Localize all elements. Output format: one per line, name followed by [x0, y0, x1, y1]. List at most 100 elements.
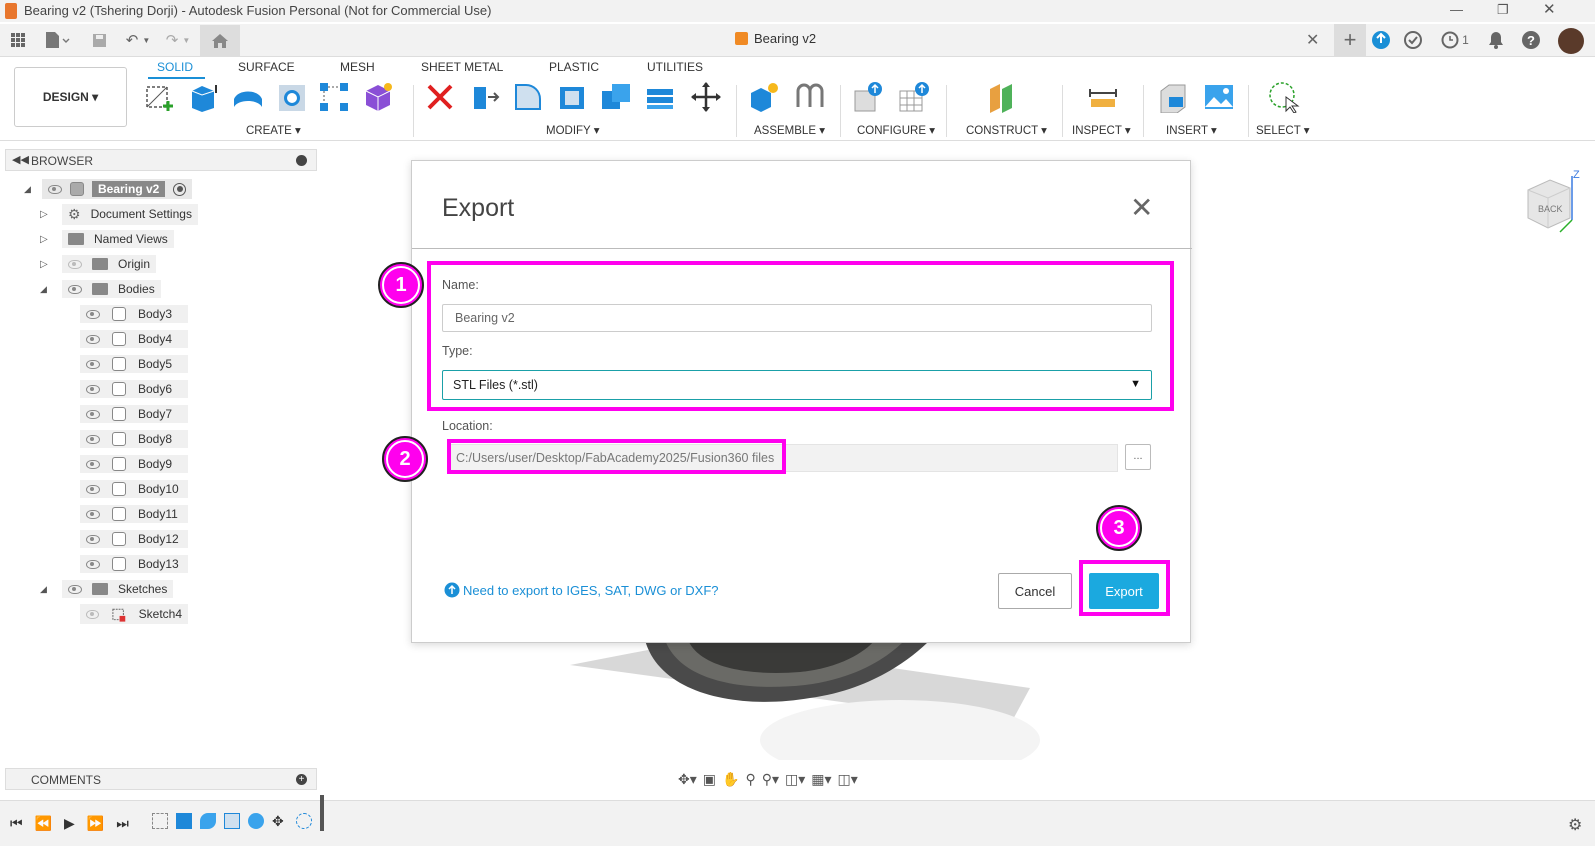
- visibility-eye-icon[interactable]: [86, 309, 100, 319]
- tab-mesh[interactable]: MESH: [340, 60, 375, 74]
- display-settings-icon[interactable]: ◫▾: [785, 771, 805, 788]
- new-tab-icon[interactable]: +: [1334, 24, 1366, 56]
- body-row[interactable]: Body11: [80, 503, 188, 525]
- step-forward-icon[interactable]: ⏩: [87, 815, 104, 832]
- document-tab[interactable]: Bearing v2: [735, 31, 816, 46]
- fillet-icon[interactable]: [512, 81, 544, 113]
- tab-plastic[interactable]: PLASTIC: [549, 60, 599, 74]
- browser-item-origin[interactable]: ▷ Origin: [40, 253, 157, 275]
- clock-icon[interactable]: 1: [1437, 30, 1473, 50]
- dialog-close-icon[interactable]: ✕: [1130, 191, 1153, 224]
- extensions-icon[interactable]: [1371, 30, 1391, 50]
- pan-hand-icon[interactable]: ✋: [722, 771, 739, 788]
- insert-canvas-icon[interactable]: [1203, 81, 1235, 113]
- hidden-eye-icon[interactable]: [86, 609, 100, 619]
- configure-group-label[interactable]: CONFIGURE ▾: [857, 123, 935, 137]
- undo-icon[interactable]: ↶ ▼: [122, 30, 154, 50]
- create-form-icon[interactable]: [362, 81, 394, 113]
- visibility-eye-icon[interactable]: [68, 284, 82, 294]
- close-tab-icon[interactable]: ✕: [1306, 30, 1319, 50]
- tab-solid[interactable]: SOLID: [157, 60, 193, 74]
- combine-icon[interactable]: [600, 81, 632, 113]
- bearing-model-view[interactable]: [570, 640, 1040, 760]
- create-group-label[interactable]: CREATE ▾: [246, 123, 301, 137]
- inspect-group-label[interactable]: INSPECT ▾: [1072, 123, 1131, 137]
- visibility-eye-icon[interactable]: [86, 334, 100, 344]
- body-row[interactable]: Body3: [80, 303, 188, 325]
- browser-item-named-views[interactable]: ▷ Named Views: [40, 228, 174, 250]
- move-icon[interactable]: [690, 81, 722, 113]
- workspace-design-button[interactable]: DESIGN ▾: [14, 67, 127, 127]
- insert-group-label[interactable]: INSERT ▾: [1166, 123, 1217, 137]
- visibility-eye-icon[interactable]: [86, 384, 100, 394]
- grid-icon[interactable]: ▦▾: [811, 771, 831, 788]
- app-grid-icon[interactable]: [9, 30, 27, 50]
- visibility-eye-icon[interactable]: [68, 584, 82, 594]
- add-comment-icon[interactable]: +: [296, 774, 307, 785]
- timeline-revolve-icon[interactable]: [200, 813, 216, 829]
- save-icon[interactable]: [90, 30, 108, 50]
- revolve-icon[interactable]: [232, 81, 264, 113]
- tab-surface[interactable]: SURFACE: [238, 60, 295, 74]
- expand-arrow-icon[interactable]: ▷: [40, 209, 62, 220]
- browser-item-bodies[interactable]: ◢ Bodies: [40, 278, 161, 300]
- home-icon[interactable]: [200, 25, 240, 57]
- orbit-icon[interactable]: ✥▾: [678, 771, 697, 788]
- visibility-eye-icon[interactable]: [86, 409, 100, 419]
- visibility-eye-icon[interactable]: [86, 434, 100, 444]
- timeline-pattern-icon[interactable]: [296, 813, 312, 829]
- browser-item-sketches[interactable]: ◢ Sketches: [40, 578, 174, 600]
- viewports-icon[interactable]: ◫▾: [838, 771, 858, 788]
- redo-icon[interactable]: ↷ ▼: [162, 30, 194, 50]
- shell-icon[interactable]: [556, 81, 588, 113]
- body-row[interactable]: Body10: [80, 478, 188, 500]
- expand-arrow-icon[interactable]: ◢: [24, 184, 42, 195]
- body-row[interactable]: Body6: [80, 378, 188, 400]
- go-to-start-icon[interactable]: ⏮: [10, 815, 23, 832]
- timeline-sketch-icon[interactable]: [152, 813, 168, 829]
- sketch-row[interactable]: Sketch4: [80, 603, 188, 625]
- browse-button[interactable]: ...: [1125, 444, 1151, 470]
- collapse-panel-icon[interactable]: ◀◀: [12, 153, 29, 166]
- browser-item-document-settings[interactable]: ▷ ⚙ Document Settings: [40, 203, 198, 225]
- close-window-button[interactable]: ✕: [1543, 0, 1556, 18]
- construct-group-label[interactable]: CONSTRUCT ▾: [966, 123, 1047, 137]
- help-icon[interactable]: ?: [1521, 30, 1541, 50]
- timeline-settings-icon[interactable]: ⚙: [1568, 815, 1582, 835]
- create-sketch-icon[interactable]: [144, 81, 176, 113]
- zoom-window-icon[interactable]: ⚲▾: [762, 771, 779, 788]
- timeline-move-icon[interactable]: ✥: [272, 813, 288, 829]
- visibility-eye-icon[interactable]: [86, 534, 100, 544]
- expand-arrow-icon[interactable]: ▷: [40, 259, 62, 270]
- file-menu-icon[interactable]: [42, 30, 72, 50]
- browser-options-icon[interactable]: [296, 155, 307, 166]
- delete-icon[interactable]: [424, 81, 456, 113]
- help-link[interactable]: Need to export to IGES, SAT, DWG or DXF?: [444, 582, 719, 598]
- expand-arrow-icon[interactable]: ▷: [40, 234, 62, 245]
- play-icon[interactable]: ▶: [64, 815, 75, 832]
- activate-radio-icon[interactable]: [173, 182, 187, 196]
- configure-icon[interactable]: [853, 81, 885, 113]
- restore-button[interactable]: ❐: [1497, 2, 1509, 18]
- insert-derive-icon[interactable]: [1157, 81, 1189, 113]
- measure-icon[interactable]: [1087, 81, 1119, 113]
- timeline-fillet-icon[interactable]: [224, 813, 240, 829]
- press-pull-icon[interactable]: [468, 81, 500, 113]
- select-group-label[interactable]: SELECT ▾: [1256, 123, 1310, 137]
- configure-table-icon[interactable]: [898, 81, 930, 113]
- look-at-icon[interactable]: ▣: [703, 771, 716, 788]
- visibility-eye-icon[interactable]: [48, 184, 62, 194]
- new-component-icon[interactable]: [748, 81, 780, 113]
- body-row[interactable]: Body5: [80, 353, 188, 375]
- body-row[interactable]: Body9: [80, 453, 188, 475]
- zoom-icon[interactable]: ⚲: [745, 771, 755, 788]
- pattern-icon[interactable]: [318, 81, 350, 113]
- visibility-eye-icon[interactable]: [86, 509, 100, 519]
- visibility-eye-icon[interactable]: [86, 459, 100, 469]
- user-avatar[interactable]: [1558, 28, 1584, 54]
- body-row[interactable]: Body4: [80, 328, 188, 350]
- split-body-icon[interactable]: [644, 81, 676, 113]
- browser-panel-header[interactable]: ◀◀ BROWSER: [5, 149, 317, 171]
- assemble-group-label[interactable]: ASSEMBLE ▾: [754, 123, 825, 137]
- expand-arrow-icon[interactable]: ◢: [40, 284, 62, 295]
